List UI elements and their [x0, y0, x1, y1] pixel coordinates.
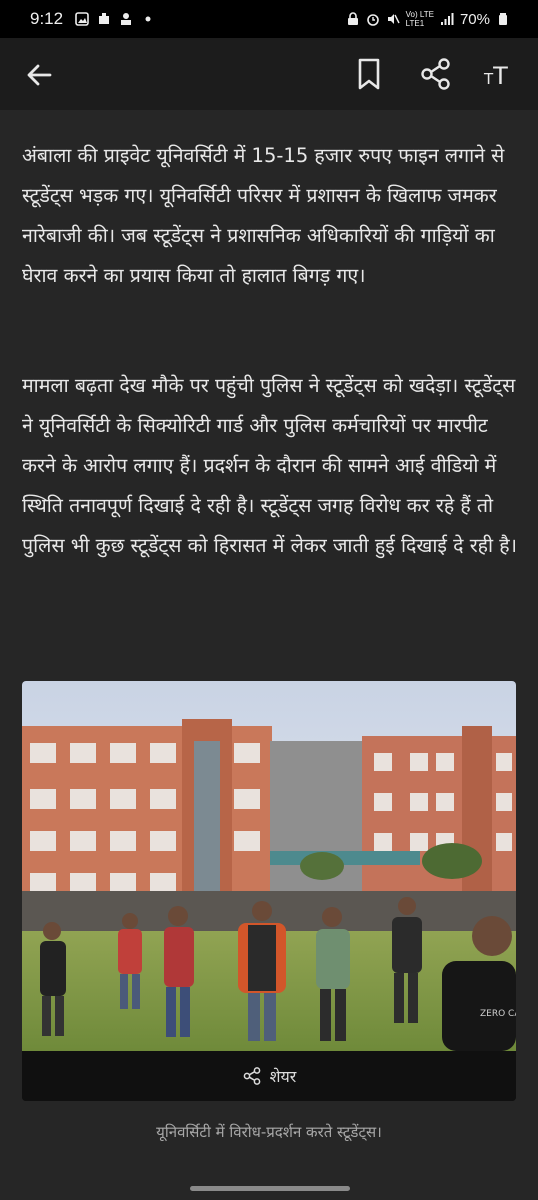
- news-photo[interactable]: ZERO CARE: [22, 681, 516, 1051]
- app-bar: TT: [0, 38, 538, 110]
- network-label: Vo) LTE LTE1: [406, 10, 434, 28]
- status-bar: 9:12 Vo) LTE LTE1 70%: [0, 0, 538, 38]
- home-indicator[interactable]: [190, 1186, 350, 1191]
- battery-icon: [499, 13, 507, 25]
- app-notification-icon: [99, 13, 110, 24]
- photo-caption: यूनिवर्सिटी में विरोध-प्रदर्शन करते स्टू…: [156, 1123, 382, 1141]
- photo-share-button[interactable]: शेयर: [22, 1051, 516, 1101]
- article-media: ZERO CARE शेयर: [22, 681, 516, 1101]
- status-time: 9:12: [30, 9, 64, 28]
- text-size-small-t: T: [484, 70, 494, 88]
- article-paragraph-1: अंबाला की प्राइवेट यूनिवर्सिटी में 15-15…: [22, 144, 505, 287]
- network-bottom: LTE1: [405, 19, 425, 28]
- share-small-icon: [243, 1067, 260, 1085]
- bookmark-icon[interactable]: [352, 56, 386, 92]
- lock-icon: [347, 12, 358, 25]
- photo-shirt-text: ZERO CARE: [480, 1009, 516, 1019]
- article-paragraph-2: मामला बढ़ता देख मौके पर पहुंची पुलिस ने …: [22, 374, 518, 557]
- news-notification-icon: [121, 13, 132, 25]
- gallery-notification-icon: [75, 12, 89, 26]
- text-size-big-t: T: [493, 62, 508, 90]
- article-content: अंबाला की प्राइवेट यूनिवर्सिटी में 15-15…: [0, 110, 538, 1200]
- mute-icon: [387, 14, 400, 24]
- photo-share-label: शेयर: [269, 1067, 297, 1086]
- battery-percent: 70%: [459, 10, 490, 28]
- back-arrow-icon[interactable]: [22, 58, 56, 92]
- alarm-icon: [366, 14, 379, 26]
- share-icon[interactable]: [418, 56, 454, 92]
- text-size-icon[interactable]: TT: [484, 56, 524, 92]
- network-top: Vo) LTE: [405, 10, 434, 19]
- dot-notification-icon: [145, 16, 151, 22]
- signal-icon: [440, 13, 454, 25]
